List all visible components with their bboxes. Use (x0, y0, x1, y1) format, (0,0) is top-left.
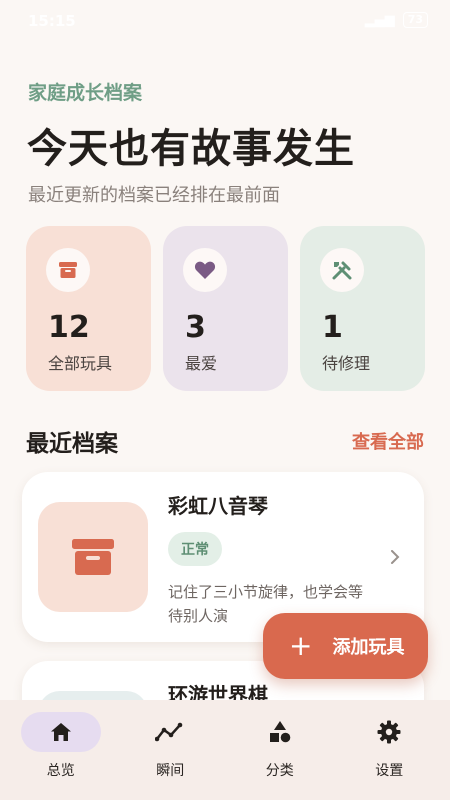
stats-row: 12 全部玩具 3 最爱 1 待修理 (26, 226, 426, 391)
home-icon (20, 712, 101, 752)
stat-label: 待修理 (322, 354, 371, 373)
stat-card-all-toys[interactable]: 12 全部玩具 (26, 226, 151, 391)
page-title: 今天也有故事发生 (27, 126, 355, 172)
nav-item-moments[interactable]: 瞬间 (120, 712, 220, 800)
section-title: 最近档案 (26, 431, 118, 457)
stat-value: 1 (322, 310, 343, 345)
add-toy-label: 添加玩具 (332, 637, 405, 658)
add-toy-button[interactable]: + 添加玩具 (263, 613, 428, 679)
nav-label: 分类 (265, 763, 294, 779)
stat-label: 最爱 (185, 354, 218, 373)
page-eyebrow: 家庭成长档案 (28, 82, 143, 104)
plus-icon: + (289, 629, 313, 662)
status-time: 15:15 (28, 12, 76, 30)
record-thumbnail (38, 502, 148, 612)
stat-card-repair[interactable]: 1 待修理 (300, 226, 425, 391)
trend-line-icon (130, 712, 210, 752)
stat-card-favorites[interactable]: 3 最爱 (163, 226, 288, 391)
heart-icon (183, 248, 227, 292)
status-badge: 正常 (168, 532, 222, 566)
battery-icon: 73 (402, 12, 428, 28)
record-title: 彩虹八音琴 (168, 494, 268, 518)
nav-item-categories[interactable]: 分类 (230, 712, 330, 800)
see-all-link[interactable]: 查看全部 (352, 428, 424, 454)
nav-item-settings[interactable]: 设置 (339, 712, 439, 800)
tools-icon (320, 248, 364, 292)
stat-label: 全部玩具 (48, 354, 113, 373)
stat-value: 3 (185, 310, 206, 345)
archive-box-icon (46, 248, 90, 292)
shapes-icon (240, 712, 320, 752)
nav-item-overview[interactable]: 总览 (11, 712, 111, 800)
gear-icon (349, 712, 429, 752)
stat-value: 12 (48, 310, 90, 345)
chevron-right-icon (391, 550, 400, 564)
nav-label: 总览 (46, 763, 75, 779)
archive-box-icon (72, 539, 114, 575)
status-bar: 15:15 ▂▄▆ 73 (0, 0, 450, 48)
status-icons: ▂▄▆ 73 (365, 12, 428, 28)
signal-icon: ▂▄▆ (364, 12, 395, 28)
page-subtitle: 最近更新的档案已经排在最前面 (28, 185, 280, 206)
nav-label: 瞬间 (156, 763, 185, 779)
bottom-nav: 总览 瞬间 分类 设置 (0, 700, 450, 800)
nav-label: 设置 (375, 763, 404, 779)
